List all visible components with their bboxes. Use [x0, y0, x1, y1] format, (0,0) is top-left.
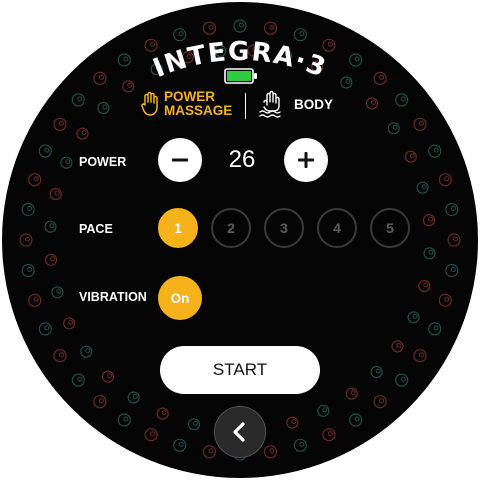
ring-doodle — [413, 349, 427, 363]
ring-doodle — [71, 373, 85, 387]
mode-power-massage[interactable]: POWER MASSAGE — [140, 90, 232, 118]
pace-label: PACE — [79, 222, 113, 236]
ring-doodle — [28, 293, 42, 307]
ring-doodle — [117, 413, 131, 427]
mode-divider — [245, 93, 246, 119]
pace-option-3[interactable]: 3 — [264, 208, 304, 248]
ring-doodle — [44, 220, 57, 233]
ring-doodle — [428, 322, 442, 336]
ring-doodle — [373, 395, 387, 409]
ring-doodle — [156, 407, 169, 420]
plus-icon — [298, 152, 314, 168]
battery-icon — [224, 68, 257, 84]
ring-doodle — [21, 202, 35, 217]
ring-doodle — [438, 293, 452, 307]
mode-power-label-line2: MASSAGE — [164, 103, 233, 118]
ring-doodle — [428, 144, 442, 158]
ring-doodle — [445, 263, 459, 278]
ring-doodle — [80, 345, 93, 358]
start-button[interactable]: START — [160, 346, 320, 394]
ring-doodle — [51, 286, 64, 299]
ring-doodle — [293, 438, 307, 452]
ring-doodle — [127, 391, 140, 404]
ring-doodle — [28, 173, 42, 187]
ring-doodle — [422, 214, 436, 227]
hand-waves-icon — [259, 90, 281, 118]
ring-doodle — [144, 428, 158, 442]
ring-doodle — [447, 233, 461, 247]
ring-doodle — [445, 202, 459, 217]
ring-doodle — [322, 428, 336, 442]
vibration-label: VIBRATION — [79, 290, 147, 304]
vibration-toggle[interactable]: On — [158, 276, 202, 320]
pace-option-5[interactable]: 5 — [370, 208, 410, 248]
pace-option-4[interactable]: 4 — [317, 208, 357, 248]
mode-body-label: BODY — [294, 96, 334, 112]
hand-icon — [141, 91, 158, 116]
ring-doodle — [21, 263, 35, 278]
ring-doodle — [395, 373, 409, 387]
ring-doodle — [418, 279, 431, 293]
mode-body[interactable]: BODY — [258, 90, 333, 118]
ring-doodle — [53, 349, 67, 363]
round-display: INTEGRA·3 POWER MASSAGE BODY POWER 26 PA… — [2, 2, 478, 478]
ring-doodle — [76, 127, 89, 140]
ring-doodle — [63, 317, 76, 330]
chevron-left-icon — [233, 422, 245, 442]
ring-doodle — [60, 156, 73, 169]
ring-doodle — [416, 181, 429, 194]
ring-doodle — [173, 438, 187, 452]
ring-doodle — [387, 122, 400, 135]
ring-doodle — [317, 404, 330, 417]
ring-doodle — [370, 365, 383, 379]
ring-doodle — [202, 445, 217, 459]
ring-doodle — [345, 387, 358, 400]
ring-doodle — [423, 247, 436, 260]
pace-option-2[interactable]: 2 — [211, 208, 251, 248]
ring-doodle — [263, 445, 278, 459]
power-label: POWER — [79, 155, 127, 169]
power-decrease-button[interactable] — [158, 138, 202, 182]
ring-doodle — [93, 395, 107, 409]
pace-option-1[interactable]: 1 — [158, 208, 198, 248]
mode-power-label-line1: POWER — [164, 89, 216, 104]
ring-doodle — [349, 413, 363, 427]
back-button[interactable] — [214, 406, 266, 458]
ring-doodle — [19, 233, 33, 247]
ring-doodle — [187, 418, 201, 431]
power-increase-button[interactable] — [284, 138, 328, 182]
ring-doodle — [438, 173, 452, 187]
minus-icon — [172, 158, 188, 162]
device-screen: INTEGRA·3 POWER MASSAGE BODY POWER 26 PA… — [0, 0, 480, 480]
mode-selector: POWER MASSAGE BODY — [2, 90, 478, 124]
ring-doodle — [407, 311, 420, 324]
ring-doodle — [286, 416, 299, 429]
ring-doodle — [391, 340, 404, 353]
ring-doodle — [101, 370, 115, 383]
ring-doodle — [49, 187, 62, 201]
ring-doodle — [38, 322, 52, 336]
ring-doodle — [404, 150, 417, 163]
ring-doodle — [44, 253, 58, 266]
ring-doodle — [38, 144, 52, 158]
power-value: 26 — [228, 146, 256, 173]
